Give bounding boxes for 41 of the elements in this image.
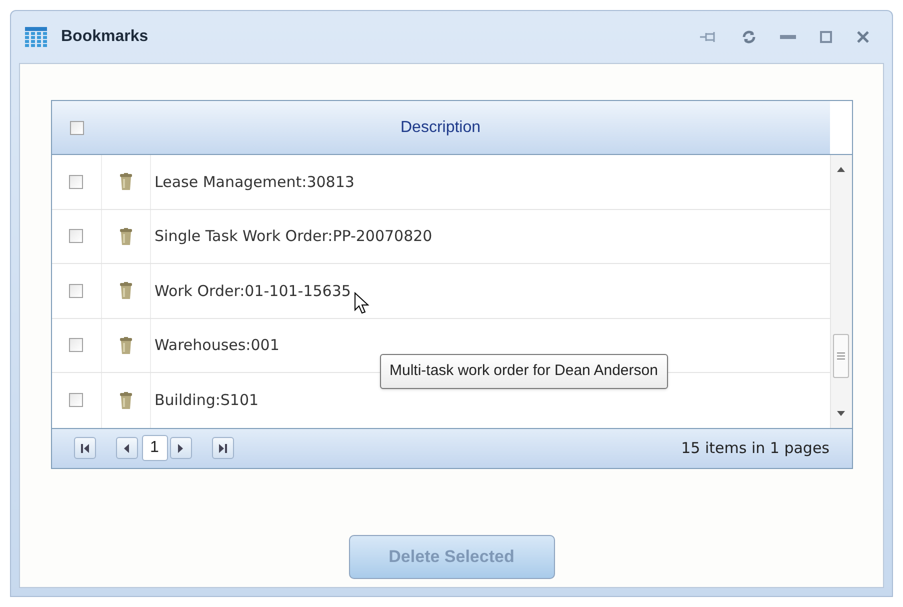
scroll-up-icon[interactable] [837,167,845,172]
scroll-down-icon[interactable] [837,410,845,416]
current-page[interactable]: 1 [142,435,168,461]
next-page-button[interactable] [170,437,192,459]
trash-icon[interactable] [120,228,132,245]
checkbox[interactable] [69,229,83,244]
close-icon[interactable] [856,30,870,44]
checkbox[interactable] [69,338,83,352]
checkbox[interactable] [70,120,84,134]
scrollbar-thumb[interactable] [833,334,849,378]
description-cell-text: Lease Management:30813 [154,172,354,192]
first-page-icon [80,444,88,452]
minimize-icon[interactable] [780,34,796,40]
last-page-button[interactable] [212,437,234,459]
next-icon [178,444,183,452]
column-header[interactable]: Description [400,116,481,140]
trash-icon[interactable] [120,336,132,354]
checkbox[interactable] [69,284,83,298]
pin-icon[interactable] [700,31,718,43]
refresh-icon[interactable] [742,30,756,44]
window-title: Bookmarks [61,27,148,47]
checkbox[interactable] [69,174,83,189]
maximize-icon[interactable] [820,31,832,43]
description-cell-text: Single Task Work Order:PP-20070820 [154,226,432,247]
checkbox[interactable] [69,393,83,408]
tooltip: Multi-task work order for Dean Anderson [380,354,668,388]
cursor-icon [354,292,370,315]
last-page-icon [218,444,226,452]
scrollbar[interactable] [830,155,852,428]
description-cell-text: Work Order:01-101-15635 [154,280,351,302]
trash-icon[interactable] [120,173,132,190]
previous-page-button[interactable] [116,437,138,459]
trash-icon[interactable] [120,282,132,300]
grid-icon [25,27,47,47]
first-page-button[interactable] [74,437,96,459]
description-cell-text: Warehouses:001 [154,335,280,356]
description-cell-text: Building:S101 [154,390,259,411]
previous-icon [124,444,129,452]
trash-icon[interactable] [120,392,132,409]
grip-icon [837,352,845,360]
pager-summary: 15 items in 1 pages [681,438,830,459]
